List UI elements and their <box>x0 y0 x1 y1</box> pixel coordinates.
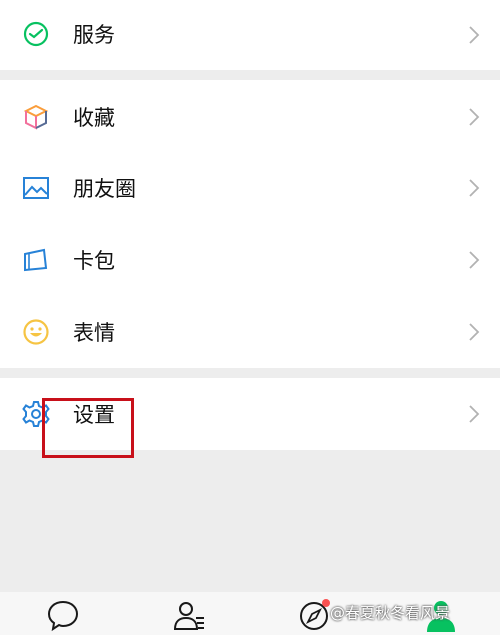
chevron-right-icon <box>469 108 480 126</box>
moments-photo-icon <box>23 177 49 199</box>
service-icon <box>23 21 49 47</box>
chevron-right-icon <box>469 251 480 269</box>
watermark-text: @春夏秋冬看风景 <box>330 604 451 622</box>
notification-badge <box>322 599 330 607</box>
menu-item-label: 卡包 <box>73 249 115 273</box>
menu-item-emoji[interactable]: 表情 <box>0 296 500 368</box>
emoji-smile-icon <box>23 319 49 345</box>
menu-item-label: 表情 <box>73 321 115 345</box>
section-divider <box>0 368 500 378</box>
chevron-right-icon <box>469 26 480 44</box>
chevron-right-icon <box>469 323 480 341</box>
chevron-right-icon <box>469 179 480 197</box>
menu-item-label: 朋友圈 <box>73 177 136 201</box>
card-wallet-icon <box>24 248 48 272</box>
menu-item-label: 收藏 <box>73 106 115 130</box>
menu-item-moments[interactable]: 朋友圈 <box>0 152 500 224</box>
menu-item-service[interactable]: 服务 <box>0 0 500 70</box>
menu-item-label: 服务 <box>73 23 115 47</box>
menu-item-card-wallet[interactable]: 卡包 <box>0 224 500 296</box>
contacts-icon[interactable] <box>172 598 206 632</box>
chat-icon[interactable] <box>46 598 80 632</box>
favorites-cube-icon <box>23 104 49 130</box>
menu-item-favorites[interactable]: 收藏 <box>0 80 500 152</box>
chevron-right-icon <box>469 405 480 423</box>
section-divider <box>0 70 500 80</box>
discover-compass-icon[interactable] <box>298 598 332 632</box>
highlight-box <box>42 398 134 458</box>
